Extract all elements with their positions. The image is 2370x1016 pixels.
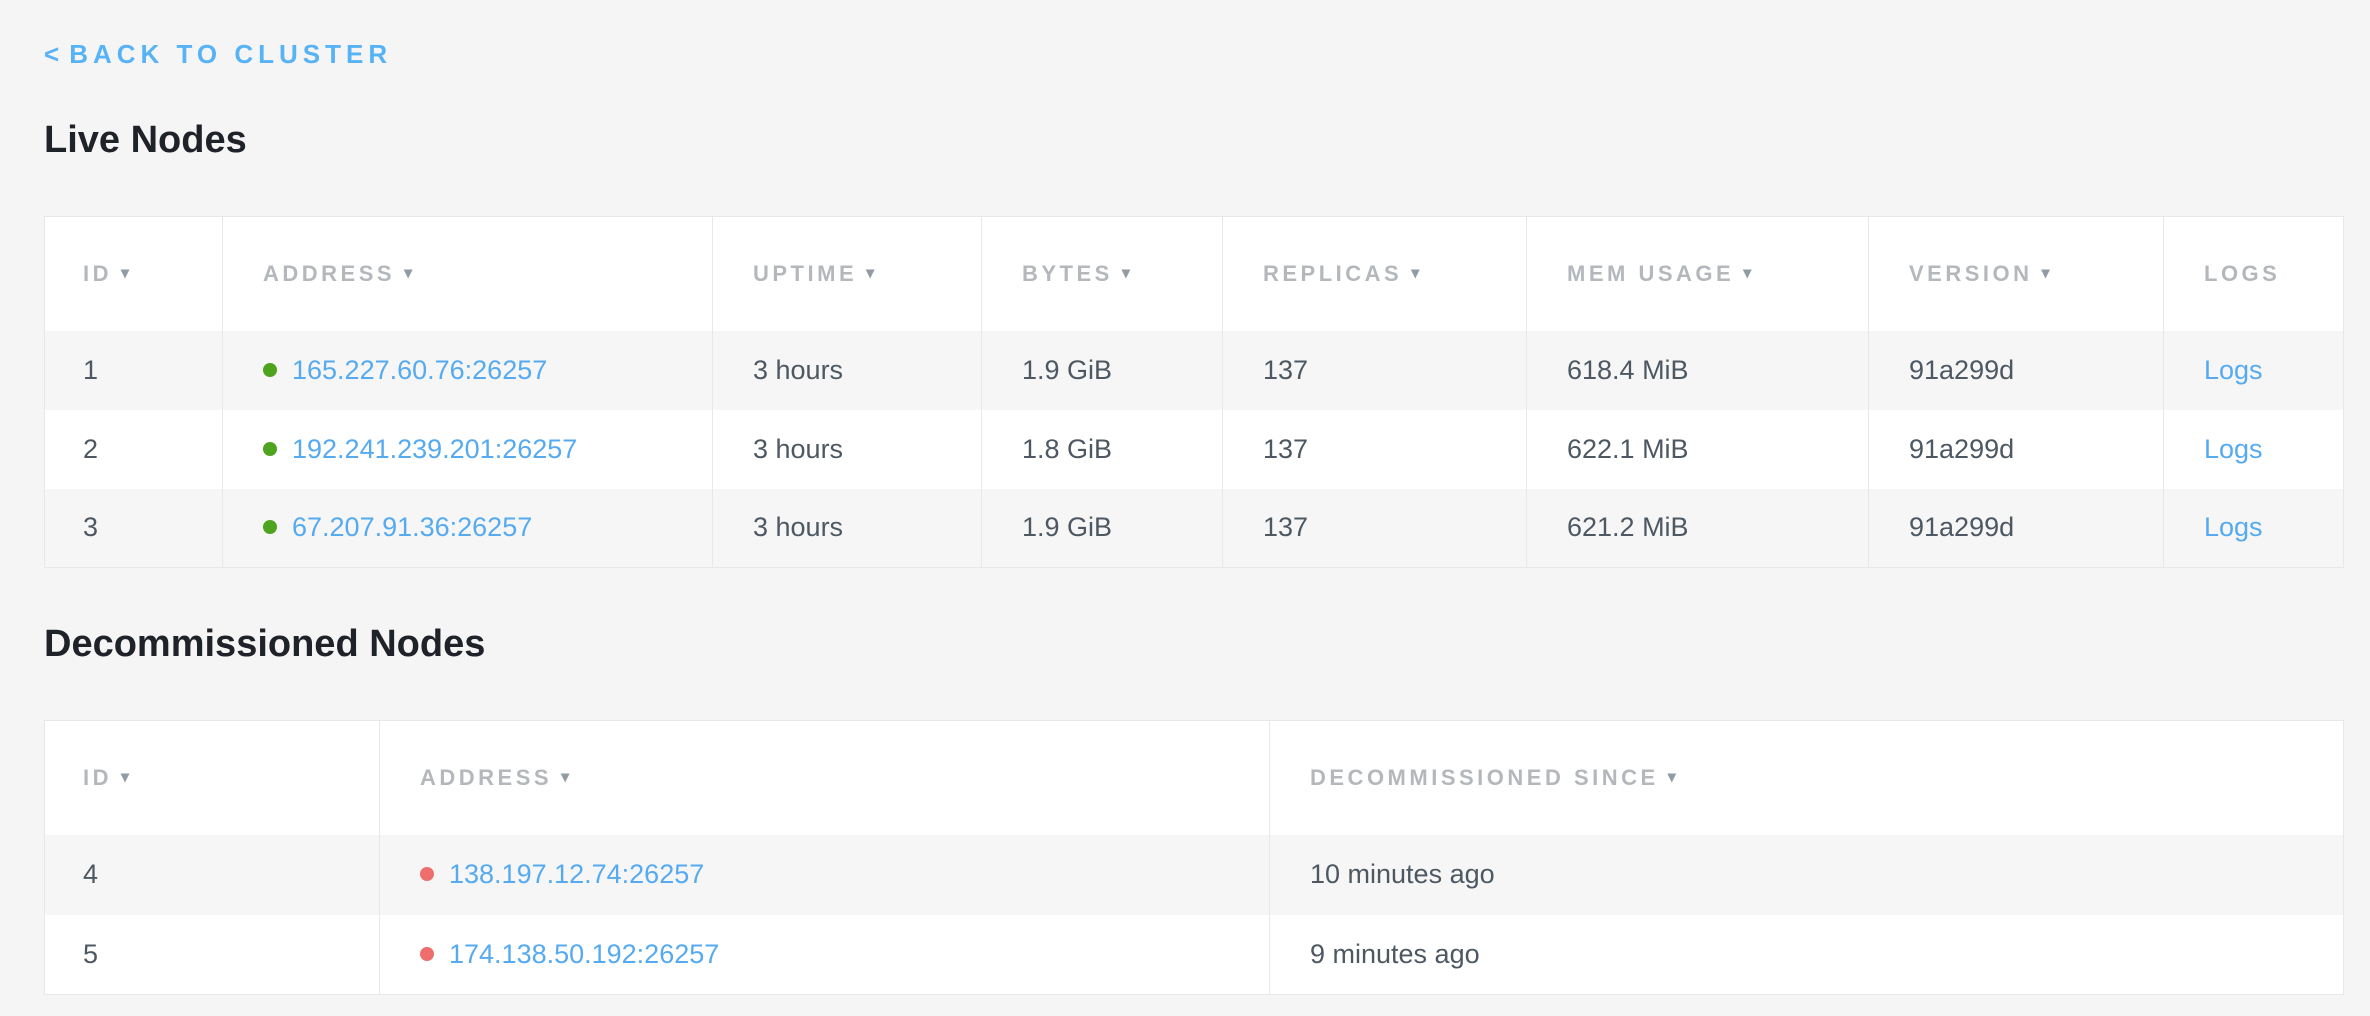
col-header-version-label: VERSION [1909,261,2033,286]
live-node-row: 1 165.227.60.76:26257 3 hours 1.9 GiB 13… [45,331,2344,410]
live-node-row: 3 67.207.91.36:26257 3 hours 1.9 GiB 137… [45,489,2344,568]
live-nodes-title: Live Nodes [44,118,2343,162]
col-header-bytes[interactable]: BYTES ▾ [982,217,1223,331]
col-header-id[interactable]: ID ▾ [45,217,223,331]
node-address-cell: 67.207.91.36:26257 [223,489,713,568]
node-logs-cell: Logs [2164,331,2344,410]
node-address-cell: 192.241.239.201:26257 [223,410,713,489]
node-address-link[interactable]: 165.227.60.76:26257 [292,355,547,385]
live-status-dot-icon [263,363,277,377]
col-header-mem-usage[interactable]: MEM USAGE ▾ [1527,217,1869,331]
node-logs-link[interactable]: Logs [2204,512,2263,542]
col-header-address-label: ADDRESS [263,261,395,286]
sort-arrow-icon: ▾ [2042,265,2050,282]
back-to-cluster-link[interactable]: < BACK TO CLUSTER [44,38,392,70]
node-uptime-cell: 3 hours [713,331,982,410]
decommissioned-node-row: 5 174.138.50.192:26257 9 minutes ago [45,915,2344,995]
back-arrow-icon: < [44,39,59,69]
col-header-version[interactable]: VERSION ▾ [1869,217,2164,331]
col-header-uptime-label: UPTIME [753,261,857,286]
node-uptime-cell: 3 hours [713,410,982,489]
node-bytes-cell: 1.9 GiB [982,489,1223,568]
sort-arrow-icon: ▾ [121,265,129,282]
decommissioned-status-dot-icon [420,947,434,961]
sort-arrow-icon: ▾ [866,265,874,282]
node-address-link[interactable]: 174.138.50.192:26257 [449,939,719,969]
node-id-cell: 3 [45,489,223,568]
node-address-cell: 138.197.12.74:26257 [380,835,1270,915]
node-version-cell: 91a299d [1869,331,2164,410]
sort-arrow-icon: ▾ [1411,265,1419,282]
col-header-logs-label: LOGS [2204,261,2280,286]
node-address-link[interactable]: 67.207.91.36:26257 [292,512,532,542]
sort-arrow-icon: ▾ [1122,265,1130,282]
node-bytes-cell: 1.9 GiB [982,331,1223,410]
col-header-decommissioned-since[interactable]: DECOMMISSIONED SINCE ▾ [1270,721,2344,835]
node-replicas-cell: 137 [1223,410,1527,489]
sort-arrow-icon: ▾ [1743,265,1751,282]
node-replicas-cell: 137 [1223,331,1527,410]
sort-arrow-icon: ▾ [121,769,129,786]
col-header-address[interactable]: ADDRESS ▾ [380,721,1270,835]
node-address-cell: 165.227.60.76:26257 [223,331,713,410]
col-header-id-label: ID [83,765,112,790]
decommissioned-nodes-title: Decommissioned Nodes [44,622,2343,666]
node-address-link[interactable]: 192.241.239.201:26257 [292,434,577,464]
decommissioned-node-row: 4 138.197.12.74:26257 10 minutes ago [45,835,2344,915]
sort-arrow-icon: ▾ [561,769,569,786]
node-id-cell: 4 [45,835,380,915]
decommissioned-status-dot-icon [420,867,434,881]
decommissioned-nodes-table: ID ▾ ADDRESS ▾ DECOMMISSIONED SINCE ▾ 4 138… [44,720,2344,995]
col-header-id-label: ID [83,261,112,286]
col-header-replicas[interactable]: REPLICAS ▾ [1223,217,1527,331]
decommissioned-header-row: ID ▾ ADDRESS ▾ DECOMMISSIONED SINCE ▾ [45,721,2344,835]
sort-arrow-icon: ▾ [404,265,412,282]
nodes-page: < BACK TO CLUSTER Live Nodes ID ▾ ADDRESS ▾… [0,0,2370,995]
node-logs-cell: Logs [2164,410,2344,489]
node-mem-usage-cell: 621.2 MiB [1527,489,1869,568]
node-logs-cell: Logs [2164,489,2344,568]
node-mem-usage-cell: 618.4 MiB [1527,331,1869,410]
col-header-mem-usage-label: MEM USAGE [1567,261,1734,286]
node-id-cell: 2 [45,410,223,489]
node-logs-link[interactable]: Logs [2204,434,2263,464]
col-header-logs: LOGS [2164,217,2344,331]
live-nodes-header-row: ID ▾ ADDRESS ▾ UPTIME ▾ BYTES ▾ REPLICAS ▾ ME… [45,217,2344,331]
col-header-address[interactable]: ADDRESS ▾ [223,217,713,331]
sort-arrow-icon: ▾ [1668,769,1676,786]
node-replicas-cell: 137 [1223,489,1527,568]
node-logs-link[interactable]: Logs [2204,355,2263,385]
node-id-cell: 5 [45,915,380,995]
node-mem-usage-cell: 622.1 MiB [1527,410,1869,489]
node-uptime-cell: 3 hours [713,489,982,568]
node-address-link[interactable]: 138.197.12.74:26257 [449,859,704,889]
col-header-replicas-label: REPLICAS [1263,261,1402,286]
node-version-cell: 91a299d [1869,410,2164,489]
col-header-uptime[interactable]: UPTIME ▾ [713,217,982,331]
live-status-dot-icon [263,520,277,534]
col-header-bytes-label: BYTES [1022,261,1113,286]
back-to-cluster-label: BACK TO CLUSTER [69,39,392,69]
col-header-address-label: ADDRESS [420,765,552,790]
decommissioned-since-cell: 9 minutes ago [1270,915,2344,995]
live-nodes-table: ID ▾ ADDRESS ▾ UPTIME ▾ BYTES ▾ REPLICAS ▾ ME… [44,216,2344,568]
node-bytes-cell: 1.8 GiB [982,410,1223,489]
node-address-cell: 174.138.50.192:26257 [380,915,1270,995]
live-node-row: 2 192.241.239.201:26257 3 hours 1.8 GiB … [45,410,2344,489]
col-header-id[interactable]: ID ▾ [45,721,380,835]
node-id-cell: 1 [45,331,223,410]
node-version-cell: 91a299d [1869,489,2164,568]
decommissioned-since-cell: 10 minutes ago [1270,835,2344,915]
col-header-decommissioned-since-label: DECOMMISSIONED SINCE [1310,765,1659,790]
live-status-dot-icon [263,442,277,456]
